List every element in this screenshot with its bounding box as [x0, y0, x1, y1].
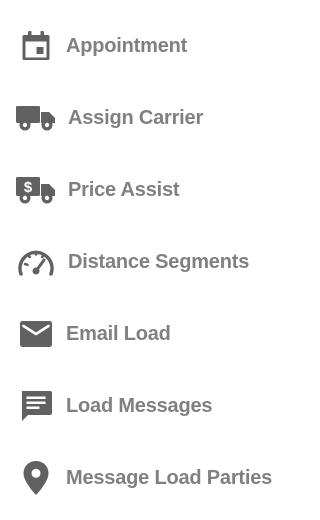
menu-item-label: Load Messages — [66, 394, 213, 417]
menu-item-price-assist[interactable]: $ Price Assist — [0, 168, 296, 212]
price-truck-icon: $ — [16, 172, 56, 208]
menu-item-label: Message Load Parties — [66, 466, 273, 489]
calendar-icon — [16, 28, 56, 64]
message-icon — [16, 388, 56, 424]
menu-item-label: Assign Carrier — [68, 106, 204, 129]
menu-item-label: Appointment — [66, 34, 188, 57]
truck-icon — [16, 100, 56, 136]
menu-item-assign-carrier[interactable]: Assign Carrier — [0, 96, 296, 140]
speedometer-icon — [16, 244, 56, 280]
menu-item-label: Price Assist — [68, 178, 180, 201]
envelope-icon — [16, 316, 56, 352]
menu-item-label: Distance Segments — [68, 250, 250, 273]
action-menu: Appointment Assign Carrier $ Price Assis… — [0, 0, 296, 520]
location-pin-icon — [16, 460, 56, 496]
menu-item-message-load-parties[interactable]: Message Load Parties — [0, 456, 296, 500]
menu-item-load-messages[interactable]: Load Messages — [0, 384, 296, 428]
menu-item-email-load[interactable]: Email Load — [0, 312, 296, 356]
menu-item-label: Email Load — [66, 322, 171, 345]
menu-item-distance-segments[interactable]: Distance Segments — [0, 240, 296, 284]
menu-item-appointment[interactable]: Appointment — [0, 24, 296, 68]
